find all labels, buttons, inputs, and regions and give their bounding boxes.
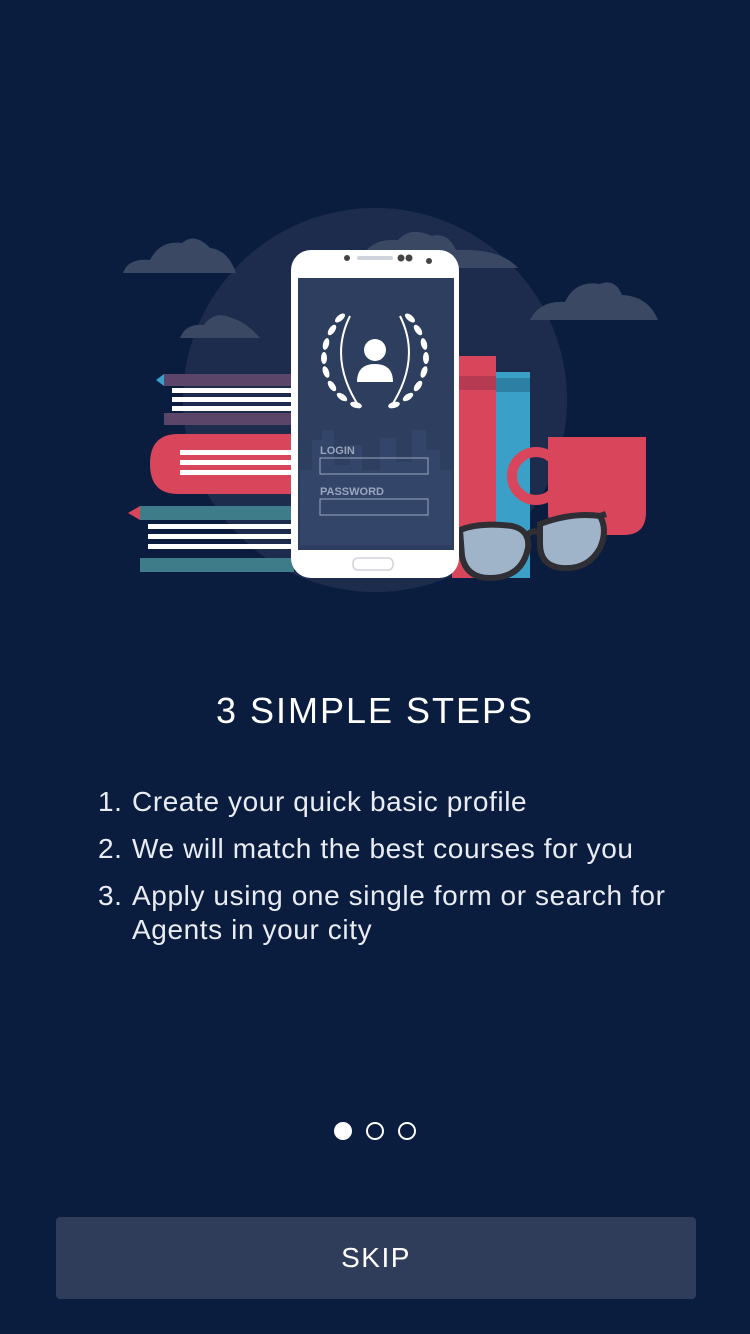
page-dot-3[interactable] <box>398 1122 416 1140</box>
skip-button-label: SKIP <box>341 1242 411 1273</box>
cloud-icon <box>123 238 236 273</box>
step-number: 1. <box>98 786 123 817</box>
skip-button[interactable]: SKIP <box>56 1217 696 1299</box>
page-dot-2[interactable] <box>366 1122 384 1140</box>
steps-list: 1. Create your quick basic profile 2. We… <box>98 785 678 960</box>
phone-login-label: LOGIN <box>320 445 355 457</box>
page-dot-1[interactable] <box>334 1122 352 1140</box>
smartphone-icon: LOGIN PASSWORD <box>291 250 459 578</box>
page-title: 3 SIMPLE STEPS <box>215 690 535 731</box>
cloud-icon <box>530 282 658 320</box>
list-item: 3. Apply using one single form or search… <box>98 879 678 947</box>
step-number: 2. <box>98 833 123 864</box>
step-text: We will match the best courses for you <box>132 833 634 864</box>
glasses-icon <box>456 511 607 582</box>
list-item: 1. Create your quick basic profile <box>98 785 678 819</box>
step-number: 3. <box>98 880 123 911</box>
page-indicator <box>0 1122 750 1140</box>
step-text: Apply using one single form or search fo… <box>132 880 666 945</box>
phone-password-label: PASSWORD <box>320 486 384 498</box>
onboarding-illustration: LOGIN PASSWORD <box>123 208 658 592</box>
list-item: 2. We will match the best courses for yo… <box>98 832 678 866</box>
step-text: Create your quick basic profile <box>132 786 528 817</box>
